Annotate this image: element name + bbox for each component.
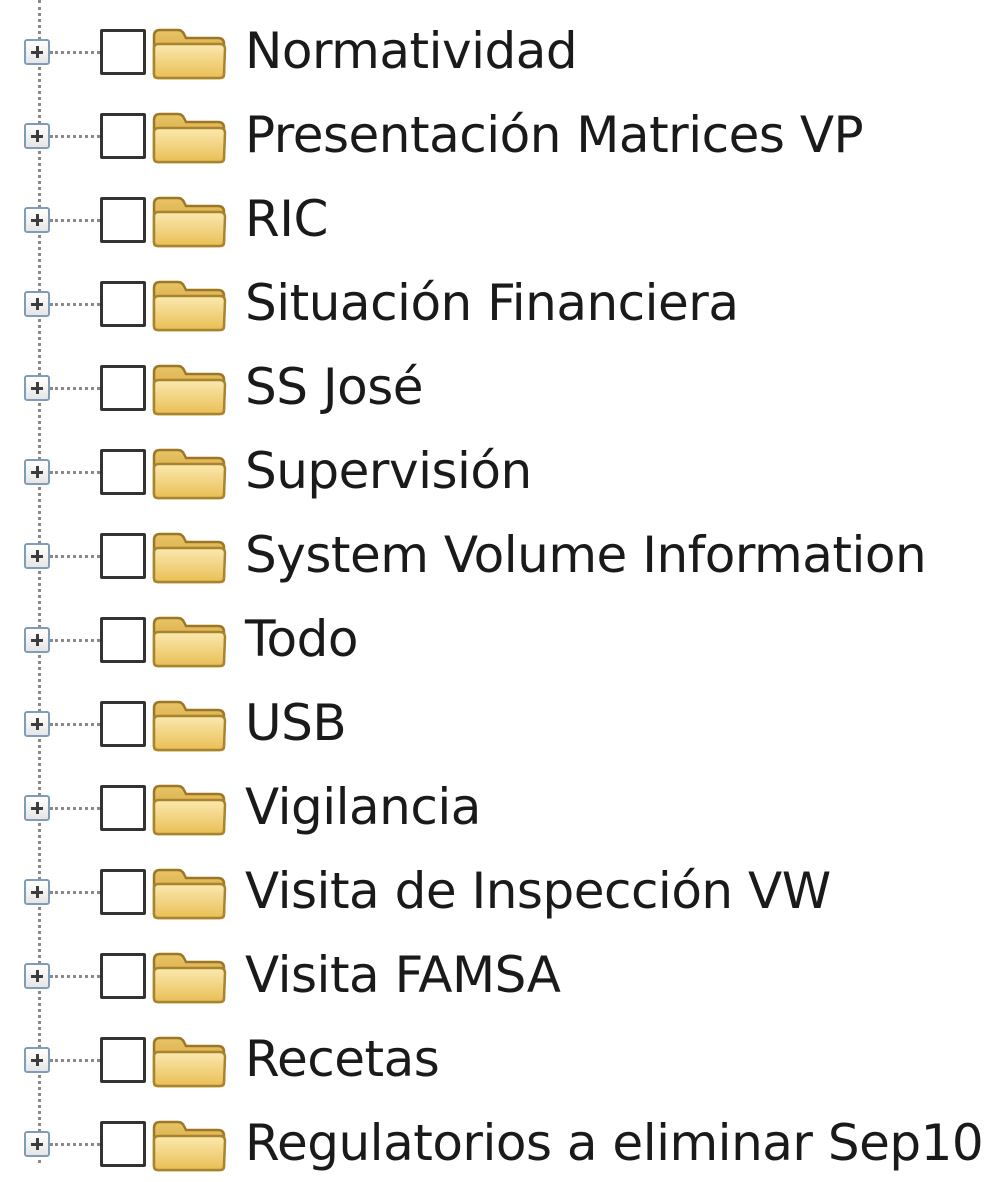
expand-plus-icon[interactable] [24,795,50,821]
tree-horizontal-connector [50,1059,100,1062]
folder-checkbox[interactable] [100,533,146,579]
tree-item[interactable]: RIC [0,174,987,258]
folder-checkbox[interactable] [100,197,146,243]
folder-icon [150,694,228,754]
tree-horizontal-connector [50,135,100,138]
folder-label[interactable]: System Volume Information [245,516,927,594]
tree-horizontal-connector [50,807,100,810]
tree-item[interactable]: SS José [0,342,987,426]
folder-label[interactable]: SS José [245,348,424,426]
tree-item[interactable]: Vigilancia [0,762,987,846]
folder-checkbox[interactable] [100,869,146,915]
expand-plus-icon[interactable] [24,207,50,233]
tree-horizontal-connector [50,387,100,390]
folder-tree: Normatividad Presentación Matrices VP RI… [0,0,987,1172]
tree-item[interactable]: Todo [0,594,987,678]
tree-item[interactable]: Presentación Matrices VP [0,90,987,174]
tree-horizontal-connector [50,723,100,726]
tree-item[interactable]: Supervisión [0,426,987,510]
expand-plus-icon[interactable] [24,123,50,149]
expand-plus-icon[interactable] [24,963,50,989]
tree-horizontal-connector [50,639,100,642]
folder-icon [150,190,228,250]
tree-item[interactable]: Normatividad [0,6,987,90]
tree-item[interactable]: USB [0,678,987,762]
folder-icon [150,1030,228,1090]
folder-label[interactable]: Supervisión [245,432,532,510]
folder-checkbox[interactable] [100,953,146,999]
folder-icon [150,946,228,1006]
folder-label[interactable]: Situación Financiera [245,264,739,342]
folder-icon [150,862,228,922]
folder-label[interactable]: Presentación Matrices VP [245,96,864,174]
folder-checkbox[interactable] [100,113,146,159]
folder-label[interactable]: Normatividad [245,12,578,90]
folder-icon [150,358,228,418]
tree-item[interactable]: Visita FAMSA [0,930,987,1014]
tree-item[interactable]: Regulatorios a eliminar Sep10 [0,1098,987,1182]
folder-label[interactable]: Regulatorios a eliminar Sep10 [245,1104,984,1182]
expand-plus-icon[interactable] [24,1047,50,1073]
expand-plus-icon[interactable] [24,1131,50,1157]
tree-item[interactable]: System Volume Information [0,510,987,594]
folder-checkbox[interactable] [100,449,146,495]
folder-icon [150,274,228,334]
tree-item[interactable]: Visita de Inspección VW [0,846,987,930]
folder-label[interactable]: Recetas [245,1020,440,1098]
tree-horizontal-connector [50,555,100,558]
folder-icon [150,610,228,670]
tree-horizontal-connector [50,471,100,474]
folder-checkbox[interactable] [100,617,146,663]
tree-item[interactable]: Situación Financiera [0,258,987,342]
tree-item[interactable]: Recetas [0,1014,987,1098]
folder-icon [150,778,228,838]
folder-icon [150,22,228,82]
expand-plus-icon[interactable] [24,711,50,737]
tree-horizontal-connector [50,1143,100,1146]
folder-label[interactable]: Visita de Inspección VW [245,852,831,930]
tree-horizontal-connector [50,51,100,54]
tree-horizontal-connector [50,219,100,222]
expand-plus-icon[interactable] [24,879,50,905]
expand-plus-icon[interactable] [24,627,50,653]
folder-icon [150,442,228,502]
tree-horizontal-connector [50,303,100,306]
tree-horizontal-connector [50,891,100,894]
folder-checkbox[interactable] [100,365,146,411]
folder-label[interactable]: Vigilancia [245,768,481,846]
folder-checkbox[interactable] [100,701,146,747]
folder-label[interactable]: Visita FAMSA [245,936,561,1014]
folder-icon [150,526,228,586]
folder-label[interactable]: RIC [245,180,328,258]
expand-plus-icon[interactable] [24,291,50,317]
expand-plus-icon[interactable] [24,39,50,65]
folder-checkbox[interactable] [100,29,146,75]
folder-checkbox[interactable] [100,785,146,831]
folder-label[interactable]: Todo [245,600,358,678]
folder-icon [150,106,228,166]
tree-horizontal-connector [50,975,100,978]
expand-plus-icon[interactable] [24,543,50,569]
folder-checkbox[interactable] [100,1121,146,1167]
folder-label[interactable]: USB [245,684,347,762]
folder-icon [150,1114,228,1174]
expand-plus-icon[interactable] [24,375,50,401]
expand-plus-icon[interactable] [24,459,50,485]
folder-checkbox[interactable] [100,1037,146,1083]
folder-checkbox[interactable] [100,281,146,327]
